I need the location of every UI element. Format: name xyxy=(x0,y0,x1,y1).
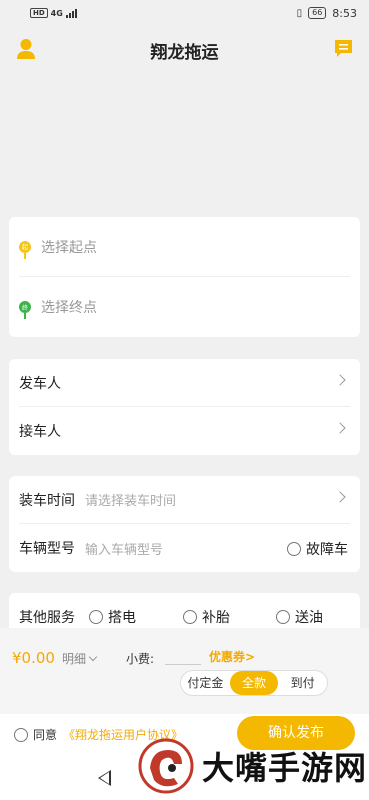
end-point-placeholder: 选择终点 xyxy=(41,300,97,316)
vehicle-model-row: 车辆型号 输入车辆型号 故障车 xyxy=(19,524,350,572)
payment-panel: ¥0.00 明细 小费: 优惠券> 付定金 全款 到付 xyxy=(0,628,369,718)
sender-row[interactable]: 发车人 xyxy=(19,359,350,407)
receiver-label: 接车人 xyxy=(19,424,61,440)
hd-badge: HD xyxy=(30,8,48,18)
start-point-row[interactable]: 起 选择起点 xyxy=(19,217,350,277)
status-left: HD 4G xyxy=(30,8,77,18)
load-time-label: 装车时间 xyxy=(19,492,75,509)
end-pin-icon: 终 xyxy=(19,301,31,319)
receiver-row[interactable]: 接车人 xyxy=(19,407,350,455)
radio-icon[interactable] xyxy=(183,610,197,624)
start-point-placeholder: 选择起点 xyxy=(41,239,97,256)
tip-input[interactable] xyxy=(165,664,201,665)
fault-label: 故障车 xyxy=(306,542,348,558)
battery-icon: 66 xyxy=(308,7,327,19)
message-icon[interactable] xyxy=(334,39,353,58)
payment-type-toggle: 付定金 全款 到付 xyxy=(180,670,328,696)
chevron-down-icon xyxy=(88,652,98,662)
coupon-link[interactable]: 优惠券> xyxy=(209,648,255,665)
service-option-jump-start[interactable]: 搭电 xyxy=(89,607,136,627)
watermark-logo-icon xyxy=(138,738,194,794)
route-card: 起 选择起点 终 选择终点 xyxy=(9,217,360,337)
vehicle-model-input[interactable]: 输入车辆型号 xyxy=(85,539,163,558)
watermark-text: 大嘴手游网 xyxy=(202,749,368,787)
status-right: ▯ 66 8:53 xyxy=(297,7,357,20)
page-title: 翔龙拖运 xyxy=(150,42,219,63)
app-header: 翔龙拖运 xyxy=(0,30,369,70)
service-option-label: 送油 xyxy=(295,610,323,626)
network-type: 4G xyxy=(50,8,63,18)
status-bar: HD 4G ▯ 66 8:53 xyxy=(0,0,369,26)
price-detail-toggle[interactable]: 明细 xyxy=(62,650,98,667)
chevron-right-icon xyxy=(334,422,346,434)
radio-icon[interactable] xyxy=(89,610,103,624)
fault-radio[interactable] xyxy=(287,542,301,556)
load-time-placeholder: 请选择装车时间 xyxy=(85,494,177,509)
people-card: 发车人 接车人 xyxy=(9,359,360,455)
service-option-fuel[interactable]: 送油 xyxy=(276,607,323,627)
tip-label: 小费: xyxy=(126,652,155,666)
vehicle-model-label: 车辆型号 xyxy=(19,541,75,557)
chevron-right-icon xyxy=(334,374,346,386)
services-label: 其他服务 xyxy=(19,610,75,626)
signal-icon xyxy=(65,8,77,18)
service-option-label: 搭电 xyxy=(108,610,136,626)
pay-option-full[interactable]: 全款 xyxy=(229,671,279,695)
service-option-label: 补胎 xyxy=(202,610,230,626)
user-icon[interactable] xyxy=(16,38,36,60)
watermark: 大嘴手游网 xyxy=(138,732,369,800)
start-pin-icon: 起 xyxy=(19,240,31,259)
fault-vehicle-option[interactable]: 故障车 xyxy=(287,539,348,559)
pay-option-deposit[interactable]: 付定金 xyxy=(181,671,230,695)
pay-option-on-arrival[interactable]: 到付 xyxy=(278,671,327,695)
vibrate-icon: ▯ xyxy=(296,7,303,19)
back-icon[interactable] xyxy=(98,770,111,786)
end-point-row[interactable]: 终 选择终点 xyxy=(19,277,350,337)
price-total: ¥0.00 xyxy=(12,649,55,667)
service-option-tire[interactable]: 补胎 xyxy=(183,607,230,627)
sender-label: 发车人 xyxy=(19,375,61,392)
agree-radio[interactable] xyxy=(14,727,28,742)
agree-label: 同意 xyxy=(33,728,58,742)
detail-label: 明细 xyxy=(62,652,87,666)
vehicle-card: 装车时间 请选择装车时间 车辆型号 输入车辆型号 故障车 xyxy=(9,476,360,572)
radio-icon[interactable] xyxy=(276,610,290,624)
chevron-right-icon xyxy=(334,491,346,503)
clock: 8:53 xyxy=(332,6,357,20)
load-time-row[interactable]: 装车时间 请选择装车时间 xyxy=(19,476,350,524)
